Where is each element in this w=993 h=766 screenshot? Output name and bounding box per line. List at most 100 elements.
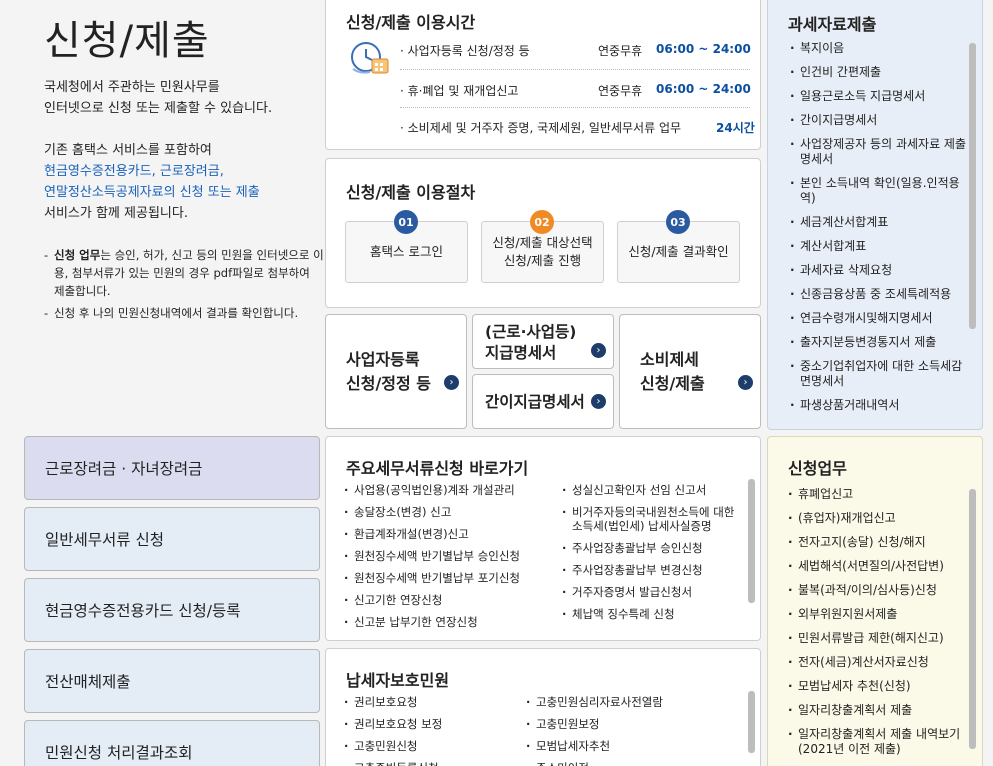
step-number: 01 — [394, 210, 418, 234]
tax-data-item[interactable]: 계산서합계표 — [788, 239, 970, 254]
apply-item[interactable]: 외부위원지원서제출 — [786, 607, 972, 622]
protect-right-list: 고충민원심리자료사전열람고충민원보정모범납세자추천주소미이전 — [526, 695, 726, 766]
nav-earned-income-credit[interactable]: 근로장려금 · 자녀장려금 — [24, 436, 320, 500]
protect-link[interactable]: 고충민원보정 — [526, 717, 726, 731]
major-doc-link[interactable]: 주사업장총괄납부 변경신청 — [562, 563, 738, 577]
major-doc-link[interactable]: 성실신고확인자 선임 신고서 — [562, 483, 738, 497]
step-label: 신청/제출 진행 — [503, 253, 582, 268]
tax-data-item[interactable]: 연금수령개시및해지명세서 — [788, 311, 970, 326]
hours-row-time: 06:00 ~ 24:00 — [656, 42, 751, 56]
apply-item[interactable]: 휴폐업신고 — [786, 487, 972, 502]
nav-label: 일반세무서류 신청 — [45, 531, 165, 549]
tax-data-item[interactable]: 복지이음 — [788, 41, 970, 56]
apply-item[interactable]: 세법해석(서면질의/사전답변) — [786, 559, 972, 574]
hours-title: 신청/제출 이용시간 — [346, 13, 476, 32]
tax-data-item[interactable]: 신종금융상품 중 조세특례적용 — [788, 287, 970, 302]
nav-label: 민원신청 처리결과조회 — [45, 744, 193, 762]
intro-line-highlight: 연말정산소득공제자료의 신청 또는 제출 — [44, 185, 260, 200]
major-doc-link[interactable]: 주사업장총괄납부 승인신청 — [562, 541, 738, 555]
protect-link[interactable]: 고충민원심리자료사전열람 — [526, 695, 726, 709]
button-label: (근로·사업등) — [485, 323, 577, 341]
major-doc-link[interactable]: 거주자증명서 발급신청서 — [562, 585, 738, 599]
apply-item[interactable]: 일자리창출계획서 제출 — [786, 703, 972, 718]
apply-list: 휴폐업신고 (휴업자)재개업신고전자고지(송달) 신청/해지세법해석(서면질의/사… — [786, 487, 972, 766]
apply-item[interactable]: 민원서류발급 제한(해지신고) — [786, 631, 972, 646]
button-label: 신청/제출 — [640, 374, 705, 393]
button-label: 사업자등록 — [346, 350, 420, 369]
tax-data-item[interactable]: 과세자료 삭제요청 — [788, 263, 970, 278]
button-label: 간이지급명세서 — [485, 393, 585, 411]
nav-label: 전산매체제출 — [45, 673, 131, 691]
simple-statement-button[interactable]: 간이지급명세서 › — [472, 374, 614, 429]
apply-item[interactable]: 전자고지(송달) 신청/해지 — [786, 535, 972, 550]
note-item: 신청 후 나의 민원신청내역에서 결과를 확인합니다. — [44, 304, 324, 322]
tax-data-item[interactable]: 본인 소득내역 확인(일용.인적용역) — [788, 176, 970, 206]
nav-electronic-media[interactable]: 전산매체제출 — [24, 649, 320, 713]
protect-panel: 납세자보호민원 권리보호요청권리보호요청 보정고충민원신청고충증빙등록신청 고충… — [325, 648, 761, 766]
apply-title: 신청업무 — [788, 459, 847, 478]
consumption-tax-button[interactable]: 소비제세 신청/제출 › — [619, 314, 761, 429]
intro-text: 국세청에서 주관하는 민원사무를 인터넷으로 신청 또는 제출할 수 있습니다.… — [44, 77, 272, 224]
major-docs-panel: 주요세무서류신청 바로가기 사업용(공익법인용)계좌 개설관리송달장소(변경) … — [325, 436, 761, 641]
scrollbar[interactable] — [969, 43, 976, 329]
protect-link[interactable]: 권리보호요청 — [344, 695, 514, 709]
nav-cash-receipt-card[interactable]: 현금영수증전용카드 신청/등록 — [24, 578, 320, 642]
hours-row: · 휴·폐업 및 재개업신고 연중무휴 06:00 ~ 24:00 — [400, 82, 751, 99]
hours-row-time: 24시간 — [716, 121, 755, 135]
protect-link[interactable]: 모범납세자추천 — [526, 739, 726, 753]
apply-item[interactable]: 모범납세자 추천(신청) — [786, 679, 972, 694]
protect-link[interactable]: 권리보호요청 보정 — [344, 717, 514, 731]
major-doc-link[interactable]: 송달장소(변경) 신고 — [344, 505, 556, 519]
scrollbar[interactable] — [748, 479, 755, 603]
protect-link[interactable]: 고충민원신청 — [344, 739, 514, 753]
scrollbar[interactable] — [969, 489, 976, 749]
major-doc-link[interactable]: 사업용(공익법인용)계좌 개설관리 — [344, 483, 556, 497]
hours-row: · 소비제세 및 거주자 증명, 국제세원, 일반세무서류 업무 24시간 — [400, 119, 755, 136]
protect-link[interactable]: 고충증빙등록신청 — [344, 761, 514, 766]
hours-row-time: 06:00 ~ 24:00 — [656, 82, 751, 96]
nav-label: 근로장려금 · 자녀장려금 — [45, 460, 203, 478]
scrollbar[interactable] — [748, 691, 755, 753]
major-doc-link[interactable]: 체납액 징수특례 신청 — [562, 607, 738, 621]
arrow-right-icon: › — [591, 394, 606, 409]
major-doc-link[interactable]: 신고기한 연장신청 — [344, 593, 556, 607]
biz-registration-button[interactable]: 사업자등록 신청/정정 등 › — [325, 314, 467, 429]
button-label: 지급명세서 — [485, 344, 557, 362]
tax-data-item[interactable]: 세금계산서합계표 — [788, 215, 970, 230]
major-doc-link[interactable]: 비거주자등의국내원천소득에 대한 소득세(법인세) 납세사실증명 — [562, 505, 738, 533]
nav-result-inquiry[interactable]: 민원신청 처리결과조회 — [24, 720, 320, 766]
step-label: 신청/제출 대상선택 — [492, 235, 593, 250]
tax-data-item[interactable]: 중소기업취업자에 대한 소득세감면명세서 — [788, 359, 970, 389]
tax-data-item[interactable]: 인건비 간편제출 — [788, 65, 970, 80]
arrow-right-icon: › — [738, 375, 753, 390]
intro-line: 기존 홈택스 서비스를 포함하여 — [44, 143, 212, 158]
tax-data-item[interactable]: 간이지급명세서 — [788, 113, 970, 128]
tax-data-item[interactable]: 파생상품거래내역서 — [788, 398, 970, 413]
wage-statement-button[interactable]: (근로·사업등) 지급명세서 › — [472, 314, 614, 369]
tax-data-list: 복지이음인건비 간편제출일용근로소득 지급명세서간이지급명세서사업장제공자 등의… — [788, 41, 970, 422]
tax-data-item[interactable]: 사업장제공자 등의 과세자료 제출명세서 — [788, 137, 970, 167]
tax-data-item[interactable]: 일용근로소득 지급명세서 — [788, 89, 970, 104]
nav-general-tax-docs[interactable]: 일반세무서류 신청 — [24, 507, 320, 571]
apply-item[interactable]: 불복(과적/이의/심사등)신청 — [786, 583, 972, 598]
hours-row-label: · 소비제세 및 거주자 증명, 국제세원, 일반세무서류 업무 — [400, 121, 682, 135]
note-bold: 신청 업무 — [54, 248, 101, 262]
note-item: 신청 업무는 승인, 허가, 신고 등의 민원을 인터넷으로 이용, 첨부서류가… — [44, 246, 324, 300]
note-text: 신청 후 나의 민원신청내역에서 결과를 확인합니다. — [54, 306, 299, 320]
apply-item[interactable]: (휴업자)재개업신고 — [786, 511, 972, 526]
tax-data-item[interactable]: 출자지분등변경통지서 제출 — [788, 335, 970, 350]
major-doc-link[interactable]: 원천징수세액 반기별납부 포기신청 — [344, 571, 556, 585]
apply-item[interactable]: 일자리창출계획서 제출 내역보기(2021년 이전 제출) — [786, 727, 972, 757]
intro-line: 국세청에서 주관하는 민원사무를 — [44, 80, 220, 95]
apply-item[interactable]: 전자(세금)계산서자료신청 — [786, 655, 972, 670]
major-doc-link[interactable]: 원천징수세액 반기별납부 승인신청 — [344, 549, 556, 563]
major-doc-link[interactable]: 환급계좌개설(변경)신고 — [344, 527, 556, 541]
protect-link[interactable]: 주소미이전 — [526, 761, 726, 766]
button-label: 소비제세 — [640, 350, 699, 369]
major-doc-link[interactable]: 신고분 납부기한 연장신청 — [344, 615, 556, 629]
hours-row-label: · 휴·폐업 및 재개업신고 — [400, 84, 519, 98]
protect-title: 납세자보호민원 — [346, 671, 450, 690]
hours-row-status: 연중무휴 — [598, 44, 643, 58]
nav-label: 현금영수증전용카드 신청/등록 — [45, 602, 241, 620]
step-label: 신청/제출 결과확인 — [628, 244, 729, 259]
